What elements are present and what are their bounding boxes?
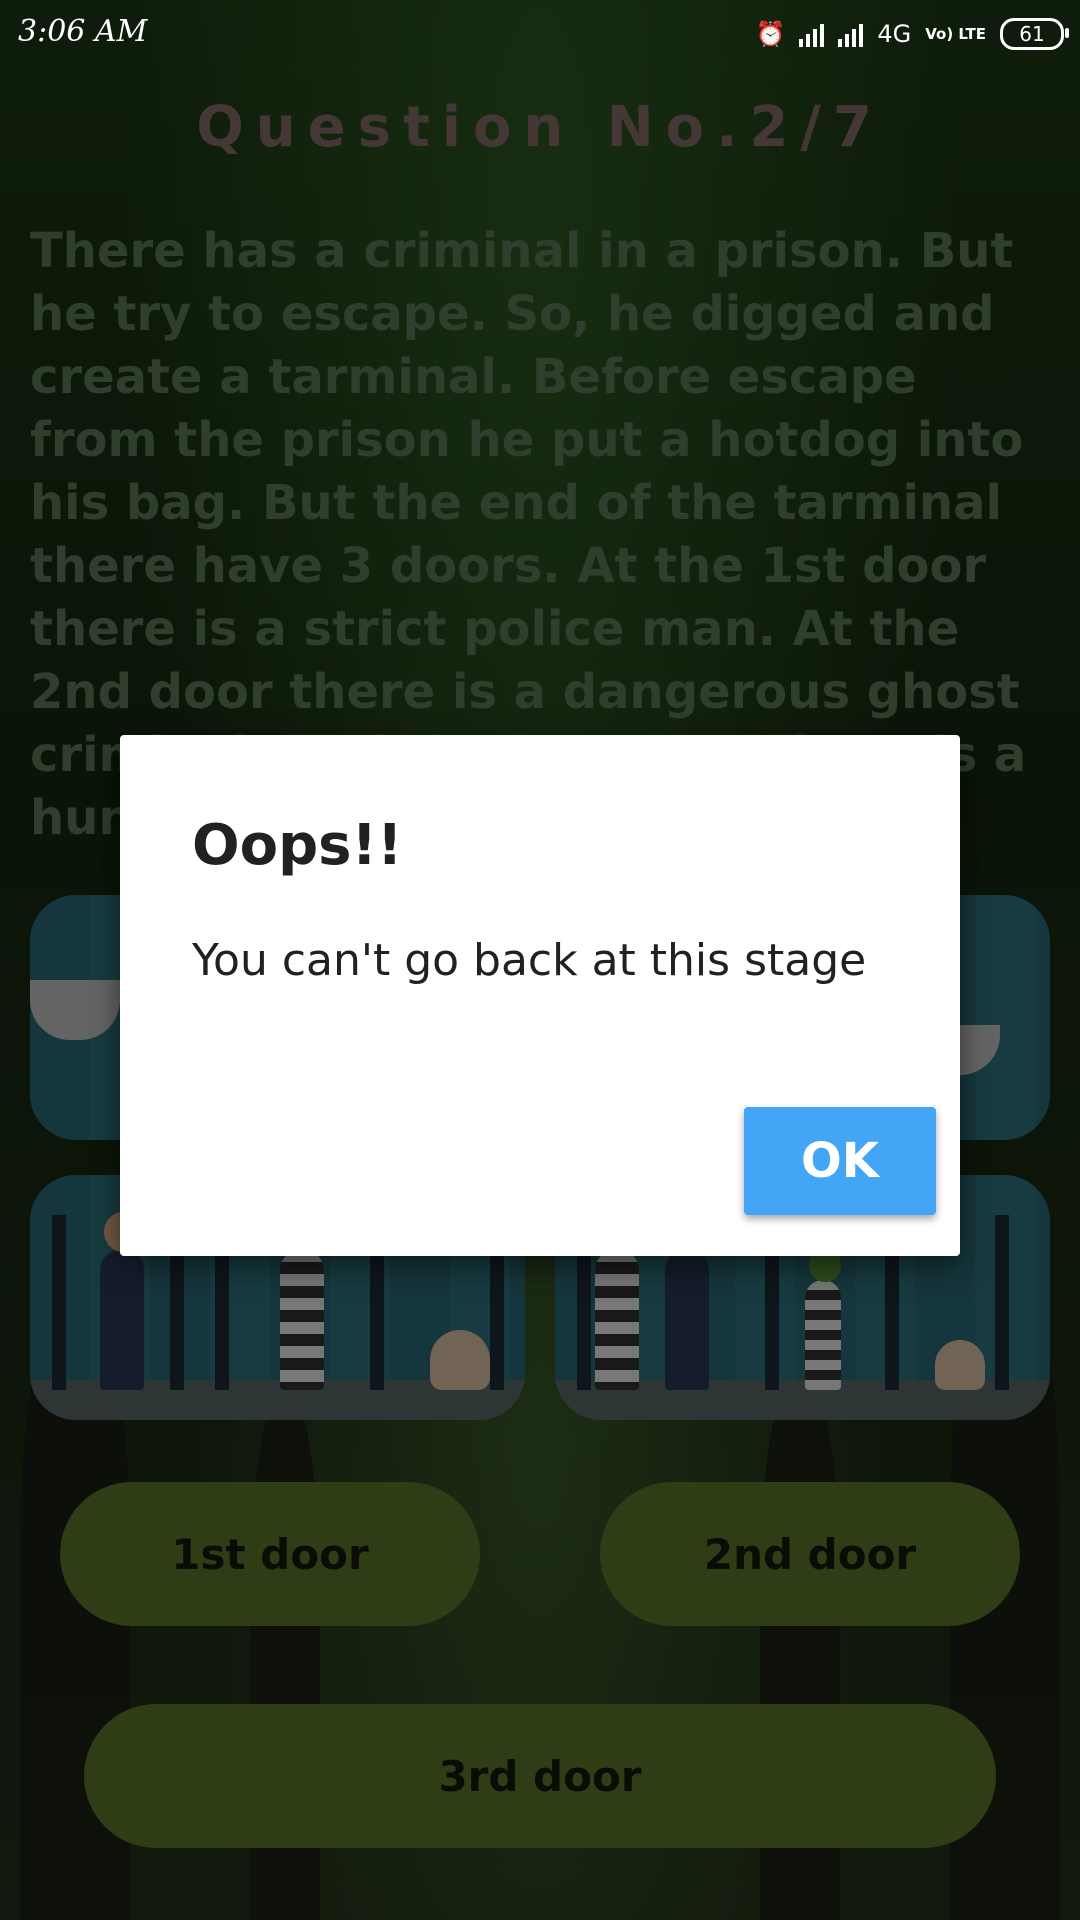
volte-icon: Vo) LTE bbox=[925, 24, 986, 43]
dialog-title: Oops!! bbox=[192, 813, 403, 878]
battery-icon: 61 bbox=[1000, 18, 1069, 50]
status-time: 3:06 AM bbox=[18, 14, 148, 49]
signal-icon bbox=[799, 21, 825, 47]
alarm-icon: ⏰ bbox=[755, 20, 786, 48]
battery-level: 61 bbox=[1019, 22, 1045, 46]
dialog-message: You can't go back at this stage bbox=[192, 935, 867, 986]
ok-button[interactable]: OK bbox=[744, 1107, 936, 1215]
status-bar: 3:06 AM ⏰ 4G Vo) LTE 61 bbox=[0, 0, 1080, 70]
signal-icon bbox=[838, 21, 864, 47]
alert-dialog: Oops!! You can't go back at this stage O… bbox=[120, 735, 960, 1256]
network-type: 4G bbox=[877, 20, 912, 48]
